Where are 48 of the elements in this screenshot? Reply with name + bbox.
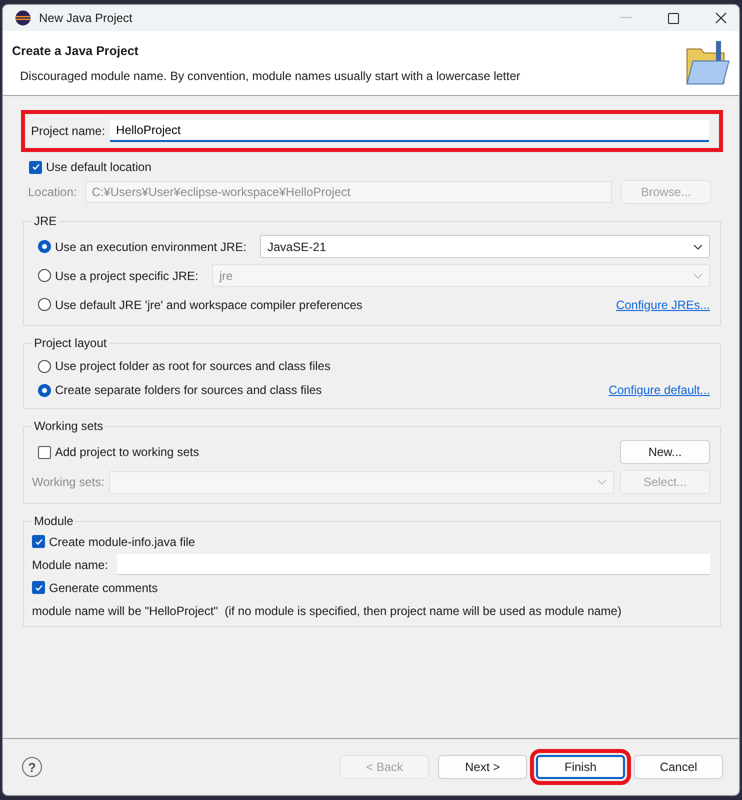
jre-dropdown[interactable]: JavaSE-21 (260, 235, 710, 258)
radio-label: Create separate folders for sources and class files (55, 383, 322, 397)
warning-message: Discouraged module name. By convention, module names usually start with a lowercase letter (19, 68, 522, 82)
module-name-field[interactable] (117, 554, 710, 575)
dropdown-value: jre (219, 268, 234, 282)
checkmark-icon (34, 582, 44, 592)
checkbox[interactable] (32, 581, 45, 594)
group-title: JRE (33, 214, 58, 228)
module-name-note: module name will be "HelloProject" (if no module is specified, then project name will be used as module name) (32, 604, 622, 618)
checkmark-icon (30, 162, 40, 172)
project-name-field[interactable]: HelloProject (110, 120, 709, 142)
module-name-label: Module name: (32, 558, 108, 572)
configure-link[interactable]: Configure default... (608, 383, 710, 397)
checkmark-icon (34, 536, 44, 546)
checkbox[interactable] (29, 160, 42, 174)
group-title: Project layout (33, 336, 108, 350)
checkbox-label: Create module-info.java file (49, 534, 196, 548)
configure-link[interactable]: Configure JREs... (616, 298, 710, 312)
window-title: New Java Project (39, 11, 132, 25)
caret-icon (693, 244, 703, 250)
eclipse-icon (15, 10, 31, 26)
help-button[interactable]: ? (22, 757, 42, 777)
checkbox[interactable] (32, 535, 45, 548)
caret-icon (597, 479, 607, 485)
radio-label: Use an execution environment JRE: (55, 240, 246, 254)
radio-label: Use project folder as root for sources and class files (55, 359, 330, 373)
project-name-label: Project name: (31, 124, 106, 138)
group-title: Working sets (33, 419, 104, 433)
radio-label: Use default JRE 'jre' and workspace compiler preferences (55, 298, 362, 312)
dropdown-value: JavaSE-21 (267, 240, 328, 254)
folder-icon (685, 39, 731, 87)
working-sets-label: Working sets: (32, 475, 104, 489)
location-label: Location: (28, 185, 77, 199)
radio-button[interactable] (38, 360, 51, 372)
caret-icon (693, 272, 703, 278)
checkbox-label: Use default location (46, 160, 152, 174)
maximize-icon[interactable] (668, 12, 679, 24)
radio-button[interactable] (38, 384, 51, 396)
radio-button[interactable] (38, 298, 51, 311)
checkbox-label: Add project to working sets (55, 445, 200, 459)
checkbox-label: Generate comments (49, 580, 158, 594)
radio-button[interactable] (38, 240, 51, 253)
close-icon[interactable] (715, 12, 727, 24)
dialog-button[interactable]: Cancel (634, 755, 723, 779)
dialog-button[interactable]: Next > (438, 755, 527, 779)
radio-label: Use a project specific JRE: (55, 268, 198, 282)
page-title: Create a Java Project (12, 44, 140, 58)
group-title: Module (33, 514, 74, 528)
